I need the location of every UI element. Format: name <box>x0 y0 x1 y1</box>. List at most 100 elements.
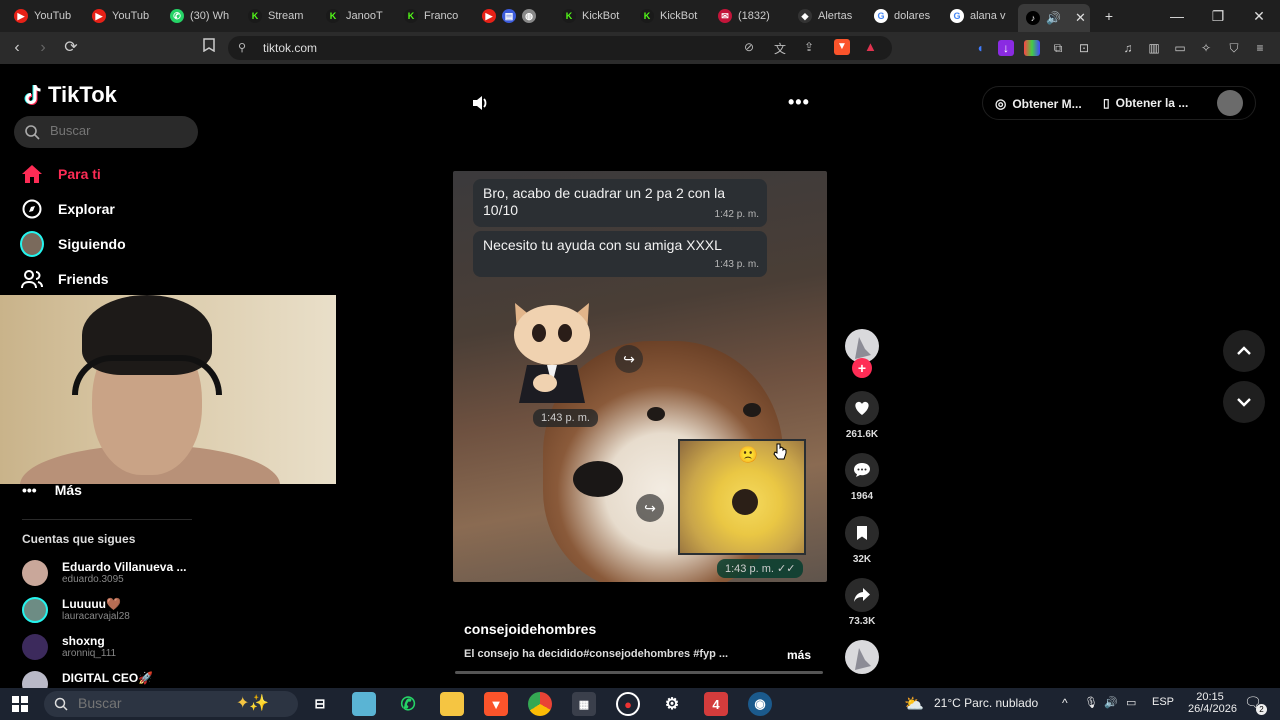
no-media-icon[interactable]: ⊘ <box>744 40 754 54</box>
bookmark-icon[interactable] <box>198 38 220 58</box>
tiktok-logo[interactable]: TikTok <box>22 82 117 108</box>
like-action[interactable]: 261.6K <box>845 391 879 440</box>
chrome-icon[interactable] <box>528 692 552 716</box>
weather-text[interactable]: 21°C Parc. nublado <box>934 696 1038 710</box>
menu-icon[interactable]: ≡ <box>1252 40 1268 56</box>
address-bar[interactable]: ⚲ tiktok.com ⊘ 文 ⇪ ▼ ▲ <box>228 36 892 60</box>
music-icon[interactable]: ♫ <box>1120 40 1136 56</box>
nav-item-for-you[interactable]: Para ti <box>20 161 101 187</box>
browser-tab[interactable]: ✆ (30) Wh <box>162 4 234 28</box>
minimize-button[interactable]: — <box>1162 6 1192 26</box>
browser-tab[interactable]: K Stream <box>240 4 312 28</box>
browser-tab[interactable]: K Franco <box>396 4 468 28</box>
nav-item-friends[interactable]: Friends <box>20 266 109 292</box>
share-icon[interactable]: ⇪ <box>804 40 814 54</box>
browser-tab[interactable]: G dolares <box>866 4 938 28</box>
profile-avatar[interactable] <box>1217 90 1243 116</box>
weather-icon[interactable]: ⛅ <box>904 694 924 714</box>
site-info-icon[interactable]: ⚲ <box>238 41 246 54</box>
nav-item-explore[interactable]: Explorar <box>20 196 115 222</box>
video-player[interactable]: Bro, acabo de cuadrar un 2 pa 2 con la 1… <box>453 171 827 582</box>
volume-icon[interactable] <box>471 94 489 112</box>
steam-icon[interactable]: ◉ <box>748 692 772 716</box>
followed-account[interactable]: DIGITAL CEO🚀 <box>22 669 212 688</box>
browser-tab[interactable]: ◆ Alertas <box>790 4 862 28</box>
settings-gear-icon[interactable]: ⚙ <box>660 692 684 716</box>
taskbar-search-input[interactable] <box>78 695 228 711</box>
previous-video-button[interactable] <box>1223 330 1265 372</box>
back-button[interactable]: ‹ <box>6 38 28 58</box>
close-tab-icon[interactable]: ✕ <box>1075 10 1086 26</box>
chevron-up-icon[interactable]: ^ <box>1062 696 1068 710</box>
extensions-icon[interactable]: ⧉ <box>1050 40 1066 56</box>
volume-icon[interactable]: 🔊 <box>1104 696 1118 709</box>
whatsapp-icon[interactable]: ✆ <box>396 692 420 716</box>
close-window-button[interactable]: ✕ <box>1244 6 1274 26</box>
nav-item-more[interactable]: ••• Más <box>22 482 82 498</box>
vpn-shield-icon[interactable]: ⛉ <box>1226 40 1242 56</box>
windows-start-icon[interactable] <box>8 692 32 716</box>
comment-action[interactable]: 1964 <box>845 453 879 502</box>
video-options-icon[interactable]: ••• <box>788 92 810 113</box>
app-icon[interactable] <box>352 692 376 716</box>
network-icon[interactable]: ▭ <box>1126 696 1136 709</box>
screenshot-icon[interactable]: ⊡ <box>1076 40 1092 56</box>
leo-ai-icon[interactable]: ✧ <box>1198 40 1214 56</box>
file-explorer-icon[interactable] <box>440 692 464 716</box>
brave-shield-icon[interactable]: ▼ <box>834 39 850 55</box>
search-input[interactable] <box>50 123 190 138</box>
taskbar-search[interactable]: ✦✨ <box>44 691 298 717</box>
video-author[interactable]: consejoidehombres <box>464 621 596 637</box>
nav-item-following[interactable]: Siguiendo <box>20 231 126 257</box>
brave-rewards-icon[interactable]: ▲ <box>864 39 877 54</box>
video-progress-bar[interactable] <box>455 671 823 674</box>
followed-account[interactable]: shoxng aronniq_111 <box>22 632 212 662</box>
browser-tab[interactable]: K KickBot <box>632 4 704 28</box>
app-4-icon[interactable]: 4 <box>704 692 728 716</box>
browser-tab[interactable]: K JanooT <box>318 4 390 28</box>
caption-more-link[interactable]: más <box>787 648 811 662</box>
save-count: 32K <box>852 554 872 565</box>
get-app-button[interactable]: ▯ Obtener la ... <box>1103 96 1188 110</box>
comment-icon[interactable] <box>845 453 879 487</box>
search-box[interactable] <box>14 116 198 148</box>
music-disc-avatar[interactable] <box>845 640 879 674</box>
download-ext-icon[interactable]: ↓ <box>998 40 1014 56</box>
bookmark-icon[interactable] <box>845 516 879 550</box>
color-ext-icon[interactable] <box>1024 40 1040 56</box>
mouse-cursor-icon <box>773 443 787 460</box>
followed-account[interactable]: Eduardo Villanueva ... eduardo.3095 <box>22 558 212 588</box>
new-tab-button[interactable]: + <box>1094 6 1124 26</box>
browser-tab-active[interactable]: ♪ 🔊 ✕ <box>1018 4 1090 32</box>
browser-tab[interactable]: ✉ (1832) <box>710 4 788 28</box>
brave-browser-icon[interactable]: ▼ <box>484 692 508 716</box>
follow-plus-button[interactable]: + <box>852 358 872 378</box>
calculator-icon[interactable]: ▦ <box>572 692 596 716</box>
followed-account[interactable]: Luuuuu🤎 lauracarvajal28 <box>22 595 212 625</box>
microphone-icon[interactable]: 🎙 <box>1084 696 1098 709</box>
url-text[interactable]: tiktok.com <box>263 41 317 55</box>
share-arrow-icon[interactable] <box>845 578 879 612</box>
browser-tab[interactable]: ▶ YouTub <box>6 4 78 28</box>
get-coins-button[interactable]: ◎ Obtener M... <box>995 96 1082 112</box>
clock[interactable]: 20:15 26/4/2026 <box>1188 691 1237 715</box>
reload-button[interactable]: ⟳ <box>60 38 82 58</box>
maximize-button[interactable]: ❐ <box>1203 6 1233 26</box>
wallet-sound-icon[interactable]: ◖ <box>972 40 988 56</box>
task-view-icon[interactable]: ⊟ <box>308 692 332 716</box>
share-action[interactable]: 73.3K <box>845 578 879 627</box>
save-action[interactable]: 32K <box>845 516 879 565</box>
browser-tab[interactable]: ▶ ▤ ◍ <box>474 4 546 28</box>
cat-sticker <box>514 303 590 403</box>
next-video-button[interactable] <box>1223 381 1265 423</box>
wallet-icon[interactable]: ▭ <box>1172 40 1188 56</box>
browser-tab[interactable]: K KickBot <box>554 4 626 28</box>
forward-button[interactable]: › <box>32 38 54 58</box>
translate-icon[interactable]: 文 <box>774 40 786 57</box>
browser-tab[interactable]: G alana v <box>942 4 1014 28</box>
obs-icon[interactable]: ● <box>616 692 640 716</box>
browser-tab[interactable]: ▶ YouTub <box>84 4 156 28</box>
heart-icon[interactable] <box>845 391 879 425</box>
language-indicator[interactable]: ESP <box>1152 696 1174 708</box>
sidebar-icon[interactable]: ▥ <box>1146 40 1162 56</box>
